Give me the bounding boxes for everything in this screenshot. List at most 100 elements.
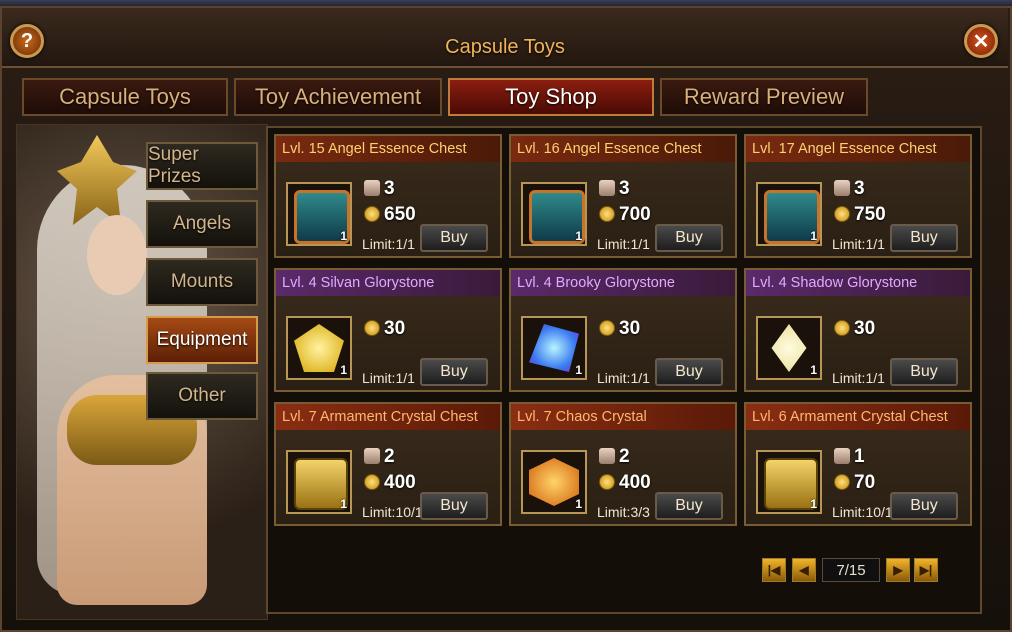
item-card: Lvl. 15 Angel Essence Chest 1 3 650 Limi… <box>274 134 502 258</box>
item-card: Lvl. 16 Angel Essence Chest 1 3 700 Limi… <box>509 134 737 258</box>
tab-capsule-toys[interactable]: Capsule Toys <box>22 78 228 116</box>
tab-toy-shop[interactable]: Toy Shop <box>448 78 654 116</box>
scroll-count: 2 <box>619 446 630 467</box>
item-card: Lvl. 7 Chaos Crystal 1 2 400 Limit:3/3 B… <box>509 402 737 526</box>
tab-label: Capsule Toys <box>59 84 191 109</box>
buy-button[interactable]: Buy <box>655 492 723 520</box>
category-super-prizes[interactable]: Super Prizes <box>146 142 258 190</box>
page-indicator: 7/15 <box>822 558 880 582</box>
scroll-count: 3 <box>384 178 395 199</box>
buy-button[interactable]: Buy <box>655 224 723 252</box>
item-slot[interactable]: 1 <box>756 182 822 246</box>
category-equipment[interactable]: Equipment <box>146 316 258 364</box>
chaos-crystal-icon <box>529 458 579 506</box>
next-page-icon: ▶ <box>893 563 903 577</box>
scroll-icon <box>364 180 380 196</box>
coin-icon <box>834 206 850 222</box>
scroll-count: 3 <box>854 178 865 199</box>
item-quantity: 1 <box>575 497 582 511</box>
next-page-button[interactable]: ▶ <box>886 558 910 582</box>
window-title: Capsule Toys <box>445 36 565 58</box>
category-other[interactable]: Other <box>146 372 258 420</box>
price: 650 <box>384 204 416 225</box>
category-mounts[interactable]: Mounts <box>146 258 258 306</box>
help-button[interactable]: ? <box>10 24 44 58</box>
scroll-icon <box>834 448 850 464</box>
item-slot[interactable]: 1 <box>286 450 352 514</box>
buy-button[interactable]: Buy <box>420 224 488 252</box>
item-slot[interactable]: 1 <box>286 182 352 246</box>
price: 750 <box>854 204 886 225</box>
item-name: Lvl. 16 Angel Essence Chest <box>511 136 735 162</box>
item-card: Lvl. 17 Angel Essence Chest 1 3 750 Limi… <box>744 134 972 258</box>
item-name: Lvl. 7 Armament Crystal Chest <box>276 404 500 430</box>
buy-button[interactable]: Buy <box>890 358 958 386</box>
category-label: Mounts <box>170 271 234 292</box>
category-label: Other <box>178 385 226 406</box>
item-slot[interactable]: 1 <box>521 182 587 246</box>
buy-button[interactable]: Buy <box>890 492 958 520</box>
question-mark-icon: ? <box>20 29 34 52</box>
item-slot[interactable]: 1 <box>521 450 587 514</box>
item-quantity: 1 <box>810 497 817 511</box>
purchase-limit: Limit:1/1 <box>597 370 650 386</box>
coin-icon <box>364 320 380 336</box>
category-label: Angels <box>172 213 232 234</box>
coin-icon <box>599 206 615 222</box>
item-slot[interactable]: 1 <box>521 316 587 380</box>
scroll-icon <box>599 448 615 464</box>
tab-toy-achievement[interactable]: Toy Achievement <box>234 78 442 116</box>
item-quantity: 1 <box>810 363 817 377</box>
category-label: Equipment <box>156 329 248 350</box>
item-card: Lvl. 4 Shadow Glorystone 1 30 Limit:1/1 … <box>744 268 972 392</box>
tab-reward-preview[interactable]: Reward Preview <box>660 78 868 116</box>
purchase-limit: Limit:3/3 <box>597 504 650 520</box>
last-page-icon: ▶| <box>919 563 933 577</box>
item-card: Lvl. 7 Armament Crystal Chest 1 2 400 Li… <box>274 402 502 526</box>
item-quantity: 1 <box>575 363 582 377</box>
buy-button[interactable]: Buy <box>420 492 488 520</box>
prev-page-icon: ◀ <box>799 563 809 577</box>
price: 30 <box>384 318 406 339</box>
tab-label: Toy Achievement <box>254 84 422 109</box>
item-name: Lvl. 4 Brooky Glorystone <box>511 270 735 296</box>
buy-button[interactable]: Buy <box>890 224 958 252</box>
coin-icon <box>364 474 380 490</box>
purchase-limit: Limit:1/1 <box>362 370 415 386</box>
buy-button[interactable]: Buy <box>655 358 723 386</box>
scroll-icon <box>364 448 380 464</box>
item-card: Lvl. 4 Brooky Glorystone 1 30 Limit:1/1 … <box>509 268 737 392</box>
coin-icon <box>364 206 380 222</box>
shop-grid: Lvl. 15 Angel Essence Chest 1 3 650 Limi… <box>266 126 982 614</box>
buy-button[interactable]: Buy <box>420 358 488 386</box>
item-quantity: 1 <box>340 229 347 243</box>
price: 30 <box>854 318 876 339</box>
close-button[interactable]: ✕ <box>964 24 998 58</box>
item-name: Lvl. 17 Angel Essence Chest <box>746 136 970 162</box>
price: 400 <box>619 472 651 493</box>
item-slot[interactable]: 1 <box>286 316 352 380</box>
scroll-count: 3 <box>619 178 630 199</box>
item-quantity: 1 <box>575 229 582 243</box>
item-slot[interactable]: 1 <box>756 316 822 380</box>
close-icon: ✕ <box>972 30 990 53</box>
category-label: Super Prizes <box>148 144 201 187</box>
prev-page-button[interactable]: ◀ <box>792 558 816 582</box>
coin-icon <box>599 474 615 490</box>
scroll-icon <box>599 180 615 196</box>
category-angels[interactable]: Angels <box>146 200 258 248</box>
price: 70 <box>854 472 876 493</box>
first-page-button[interactable]: |◀ <box>762 558 786 582</box>
last-page-button[interactable]: ▶| <box>914 558 938 582</box>
tab-label: Reward Preview <box>683 84 845 109</box>
item-quantity: 1 <box>340 363 347 377</box>
first-page-icon: |◀ <box>767 563 781 577</box>
price: 400 <box>384 472 416 493</box>
coin-icon <box>834 474 850 490</box>
item-name: Lvl. 4 Shadow Glorystone <box>746 270 970 296</box>
item-slot[interactable]: 1 <box>756 450 822 514</box>
scroll-count: 2 <box>384 446 395 467</box>
portrait-face <box>87 215 147 295</box>
scroll-count: 1 <box>854 446 865 467</box>
purchase-limit: Limit:1/1 <box>832 370 885 386</box>
